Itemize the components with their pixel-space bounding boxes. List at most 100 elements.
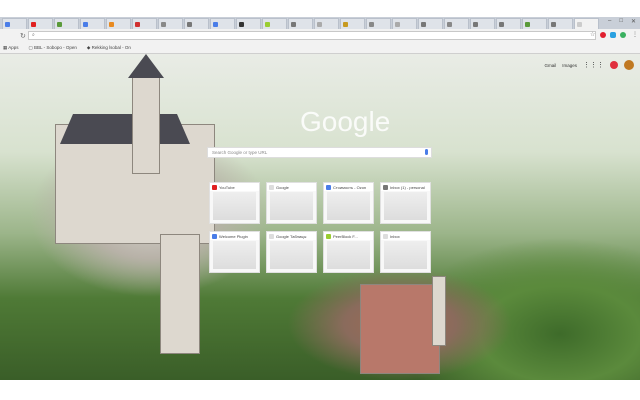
tab-favicon-icon — [109, 21, 114, 27]
minimize-button[interactable]: – — [608, 18, 611, 25]
tile-thumbnail — [327, 192, 370, 220]
bookmark-apps[interactable]: ▦ Apps — [3, 45, 19, 51]
window-controls: – □ ✕ — [608, 18, 636, 25]
tab-favicon-icon — [343, 21, 348, 27]
tab[interactable] — [158, 18, 183, 29]
search-input[interactable]: Search Google or type URL — [207, 147, 432, 158]
castle-tower — [132, 74, 160, 174]
tab[interactable] — [496, 18, 521, 29]
bottom-area — [0, 380, 640, 400]
close-button[interactable]: ✕ — [631, 18, 636, 25]
maximize-button[interactable]: □ — [619, 18, 623, 25]
tab-strip — [0, 17, 640, 29]
tile-favicon-icon — [383, 233, 388, 239]
tab[interactable] — [288, 18, 313, 29]
most-visited-tile[interactable]: Google — [266, 182, 317, 224]
tab[interactable] — [314, 18, 339, 29]
tab[interactable] — [236, 18, 261, 29]
tab[interactable] — [80, 18, 105, 29]
tab-favicon-icon — [135, 21, 140, 27]
most-visited-tile[interactable]: PeerBlock F... — [323, 231, 374, 273]
tab[interactable] — [210, 18, 235, 29]
bookmarks-bar: ▦ Apps ▢ BBL - Sobopo - Open ◆ Rekking l… — [0, 42, 640, 54]
tile-thumbnail — [327, 241, 370, 269]
tile-title: YouTube — [210, 183, 259, 191]
tile-title: Google — [267, 183, 316, 191]
tab[interactable] — [106, 18, 131, 29]
tile-thumbnail — [384, 192, 427, 220]
tab[interactable] — [548, 18, 573, 29]
tab[interactable] — [54, 18, 79, 29]
reload-icon[interactable]: ↻ — [20, 32, 26, 40]
tab-favicon-icon — [317, 21, 322, 27]
tile-title: Welcome Plugin — [210, 232, 259, 240]
tile-favicon-icon — [269, 233, 274, 239]
tab-favicon-icon — [369, 21, 374, 27]
tab[interactable] — [184, 18, 209, 29]
apps-grid-icon[interactable]: ⋮⋮⋮ — [583, 61, 604, 69]
tab[interactable] — [444, 18, 469, 29]
tab-favicon-icon — [83, 21, 88, 27]
tile-favicon-icon — [269, 184, 274, 190]
new-tab-page: Gmail Images ⋮⋮⋮ Google Search Google or… — [0, 54, 640, 380]
most-visited-tile[interactable]: Inbox — [380, 231, 431, 273]
tile-favicon-icon — [383, 184, 388, 190]
most-visited-tile[interactable]: Welcome Plugin — [209, 231, 260, 273]
tile-thumbnail — [270, 241, 313, 269]
tab-favicon-icon — [5, 21, 10, 27]
tab-favicon-icon — [31, 21, 36, 27]
tab[interactable] — [366, 18, 391, 29]
tab-favicon-icon — [525, 21, 530, 27]
gmail-link[interactable]: Gmail — [544, 63, 556, 68]
google-logo: Google — [300, 106, 391, 137]
tab[interactable] — [522, 18, 547, 29]
tile-favicon-icon — [212, 233, 217, 239]
tab[interactable] — [28, 18, 53, 29]
tile-title: Google Таблицы — [267, 232, 316, 240]
tab-favicon-icon — [421, 21, 426, 27]
tab[interactable] — [392, 18, 417, 29]
tab-favicon-icon — [187, 21, 192, 27]
avatar[interactable] — [624, 60, 634, 70]
tab[interactable] — [418, 18, 443, 29]
tile-title: Inbox — [381, 232, 430, 240]
top-right-links: Gmail Images ⋮⋮⋮ — [544, 60, 634, 70]
tab[interactable] — [2, 18, 27, 29]
tile-thumbnail — [213, 192, 256, 220]
most-visited-tile[interactable]: Стоимость - Ozon — [323, 182, 374, 224]
tile-title: Стоимость - Ozon — [324, 183, 373, 191]
bookmark-item[interactable]: ▢ BBL - Sobopo - Open — [29, 45, 77, 51]
tab-favicon-icon — [577, 21, 582, 27]
most-visited-tile[interactable]: Google Таблицы — [266, 231, 317, 273]
opera-extension-icon[interactable] — [600, 32, 606, 38]
castle-tower-roof — [128, 54, 164, 78]
castle-lower-wing — [160, 234, 200, 354]
castle-roof — [60, 114, 190, 144]
tab[interactable] — [132, 18, 157, 29]
tab-favicon-icon — [473, 21, 478, 27]
tile-favicon-icon — [212, 184, 217, 190]
extension-icon[interactable] — [610, 32, 616, 38]
tab[interactable] — [470, 18, 495, 29]
images-link[interactable]: Images — [562, 63, 577, 68]
tab[interactable] — [340, 18, 365, 29]
tab-favicon-icon — [239, 21, 244, 27]
address-bar[interactable]: ⌕ — [28, 31, 596, 40]
tab[interactable] — [262, 18, 287, 29]
tab-favicon-icon — [395, 21, 400, 27]
extension-icon-green[interactable] — [620, 32, 626, 38]
microphone-icon[interactable] — [425, 149, 428, 155]
tab-favicon-icon — [499, 21, 504, 27]
most-visited-tile[interactable]: Inbox (1) - personal — [380, 182, 431, 224]
tab-favicon-icon — [265, 21, 270, 27]
tab[interactable] — [574, 18, 599, 29]
most-visited-tile[interactable]: YouTube — [209, 182, 260, 224]
tab-favicon-icon — [57, 21, 62, 27]
tab-favicon-icon — [551, 21, 556, 27]
tab-favicon-icon — [161, 21, 166, 27]
castle-gate — [360, 284, 440, 374]
notifications-icon[interactable] — [610, 61, 618, 69]
menu-icon[interactable]: ⋮ — [632, 31, 638, 38]
star-icon[interactable]: ☆ — [590, 31, 596, 38]
bookmark-item[interactable]: ◆ Rekking lsobal - On — [87, 45, 131, 51]
